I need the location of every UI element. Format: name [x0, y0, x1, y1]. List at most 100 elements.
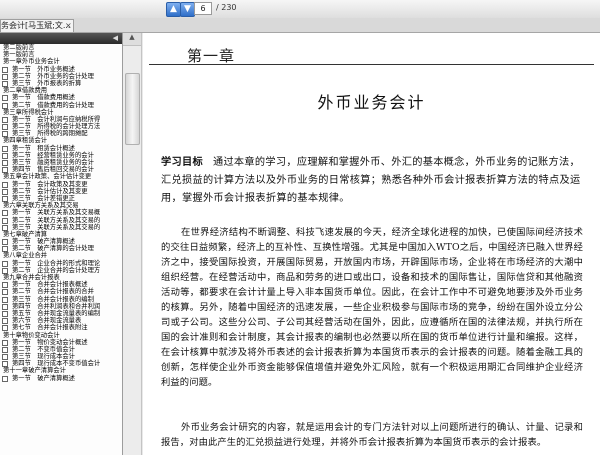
body-paragraph: 外币业务会计研究的内容，就是运用会计的专门方法针对以上问题所进行的确认、计量、记…: [161, 422, 583, 448]
bookmark-label: 第一节 会计利润与应纳税所得: [12, 115, 101, 123]
bookmark-checkbox-icon[interactable]: [2, 289, 8, 296]
bookmark-label: 第一节 物价变动会计概述: [12, 338, 88, 346]
bookmark-label: 第五章会计政策、会计估计变更: [3, 173, 92, 181]
arrow-down-icon[interactable]: ▼: [180, 2, 195, 17]
bookmark-checkbox-icon[interactable]: [2, 260, 8, 267]
bookmark-item[interactable]: 第五章会计政策、会计估计变更: [0, 173, 122, 180]
bookmark-item[interactable]: 第二节 经营租赁业务的会计: [0, 152, 122, 159]
bookmark-label: 第二节 会计估计及其变更: [12, 187, 88, 195]
scroll-up-icon[interactable]: ▲: [123, 33, 141, 46]
page-total: / 230: [216, 3, 237, 12]
bookmark-label: 第二节 经营租赁业务的会计: [12, 151, 94, 159]
bookmark-checkbox-icon[interactable]: [2, 145, 8, 152]
bookmark-item[interactable]: 第一节 物价变动会计概述: [0, 339, 122, 346]
bookmarks-list: 第二版前言 第一版前言 第一章外币业务会计 第一节 外币业务概述 第二节 外币业务的会计…: [0, 44, 122, 382]
chapter-divider: [149, 64, 594, 65]
bookmark-checkbox-icon[interactable]: [2, 160, 8, 166]
bookmark-label: 第一节 租赁会计概述: [12, 144, 75, 152]
bookmark-item[interactable]: 第一节 关联方关系及其交易概: [0, 209, 122, 217]
bookmark-label: 第一节 破产清算概述: [12, 374, 75, 382]
bookmark-checkbox-icon[interactable]: [2, 239, 8, 246]
bookmark-item[interactable]: 第二节 关联方关系及其交易的: [0, 217, 122, 224]
bookmark-label: 第七章破产清算: [3, 230, 48, 238]
bookmark-checkbox-icon[interactable]: [2, 282, 8, 289]
bookmark-item[interactable]: 第三节 关联方关系及其交易的: [0, 224, 122, 231]
document-page: 第一章 外币业务会计 学习目标 通过本章的学习，应理解和掌握外币、外汇的基本概念，…: [143, 33, 600, 455]
bookmark-checkbox-icon[interactable]: [2, 188, 8, 195]
bookmark-item[interactable]: 第四节 合并利润表和合并利润: [0, 303, 122, 310]
bookmark-label: 第三节 关联方关系及其交易的: [12, 223, 101, 231]
bookmark-label: 第四节 合并利润表和合并利润: [12, 302, 101, 310]
bookmark-checkbox-icon[interactable]: [2, 102, 8, 109]
bookmark-checkbox-icon[interactable]: [2, 267, 8, 274]
bookmark-checkbox-icon[interactable]: [2, 66, 8, 73]
bookmark-label: 第一节 会计政策及其变更: [12, 180, 88, 188]
bookmark-item[interactable]: 第十章物价变动会计: [0, 332, 122, 339]
tab-bar: 务会计[马玉斌;文... ×: [0, 18, 600, 33]
bookmark-label: 第一节 企业合并的形式和理论: [12, 259, 101, 267]
bookmark-label: 第二节 不变币值会计: [12, 345, 75, 353]
bookmark-label: 第二节 合并会计报表的合并: [12, 288, 94, 296]
vertical-scrollbar[interactable]: ▲: [123, 33, 142, 455]
bookmark-item[interactable]: 第二节 外币业务的会计处理: [0, 73, 122, 80]
bookmark-item[interactable]: 第二节 企业合并的会计处理方: [0, 267, 122, 274]
bookmark-label: 第二节 企业合并的会计处理方: [12, 266, 101, 274]
bookmark-checkbox-icon[interactable]: [2, 116, 8, 123]
bookmark-item[interactable]: 第七节 合并会计报表附注: [0, 324, 122, 332]
bookmark-item[interactable]: 第一节 租赁会计概述: [0, 145, 122, 152]
collapse-arrow-icon[interactable]: ◀: [113, 33, 118, 44]
bookmark-item[interactable]: 第三章所得税会计: [0, 109, 122, 116]
bookmark-checkbox-icon[interactable]: [2, 217, 8, 224]
bookmark-item[interactable]: 第一节 企业合并的形式和理论: [0, 260, 122, 267]
bookmark-item[interactable]: 第三节 合并会计报表的编制: [0, 296, 122, 303]
bookmark-item[interactable]: 第二节 借款费用的会计处理: [0, 102, 122, 109]
scroll-thumb[interactable]: [125, 73, 140, 145]
bookmark-checkbox-icon[interactable]: [2, 73, 8, 80]
bookmark-item[interactable]: 第一节 破产清算概述: [0, 375, 122, 382]
close-icon[interactable]: ×: [65, 20, 72, 32]
bookmark-checkbox-icon[interactable]: [2, 339, 8, 346]
objectives-label: 学习目标: [161, 156, 203, 168]
bookmark-checkbox-icon[interactable]: [2, 95, 8, 102]
arrow-up-icon[interactable]: ▲: [166, 2, 181, 17]
bookmark-item[interactable]: 第八章企业合并: [0, 252, 122, 259]
bookmark-checkbox-icon[interactable]: [2, 346, 8, 353]
bookmark-item[interactable]: 第一节 会计政策及其变更: [0, 181, 122, 188]
bookmark-label: 第一节 关联方关系及其交易概: [12, 209, 101, 217]
bookmark-checkbox-icon[interactable]: [2, 303, 8, 310]
bookmark-label: 第十章物价变动会计: [3, 331, 60, 339]
bookmark-checkbox-icon[interactable]: [2, 224, 8, 231]
bookmark-item[interactable]: 第七章破产清算: [0, 231, 122, 238]
bookmark-checkbox-icon[interactable]: [2, 181, 8, 188]
bookmark-item[interactable]: 第二节 会计估计及其变更: [0, 188, 122, 195]
bookmark-checkbox-icon[interactable]: [2, 296, 8, 303]
bookmark-item[interactable]: 第一节 会计利润与应纳税所得: [0, 116, 122, 123]
bookmark-label: 第二节 借款费用的会计处理: [12, 101, 94, 109]
page-number-input[interactable]: 6: [194, 2, 212, 15]
bookmark-label: 第二节 外币业务的会计处理: [12, 72, 94, 80]
tab-document[interactable]: 务会计[马玉斌;文... ×: [0, 19, 74, 32]
bookmark-label: 第八章企业合并: [3, 252, 48, 260]
bookmark-checkbox-icon[interactable]: [2, 375, 8, 382]
bookmark-label: 第三节 合并会计报表的编制: [12, 295, 94, 303]
bookmark-item[interactable]: 第十一章破产清算会计: [0, 367, 122, 374]
bookmark-item[interactable]: 第二节 不变币值会计: [0, 346, 122, 353]
bookmark-checkbox-icon[interactable]: [2, 354, 8, 361]
bookmark-label: 第四章租赁会计: [3, 137, 48, 145]
bookmark-checkbox-icon[interactable]: [2, 124, 8, 131]
bookmark-label: 第二节 关联方关系及其交易的: [12, 216, 101, 224]
bookmark-item[interactable]: 第一节 外币业务概述: [0, 66, 122, 73]
bookmark-label: 第一节 借款费用概述: [12, 94, 75, 102]
bookmark-checkbox-icon[interactable]: [2, 325, 8, 332]
chapter-title: 第一章: [187, 47, 236, 65]
bookmark-item[interactable]: 第二节 合并会计报表的合并: [0, 288, 122, 296]
bookmark-checkbox-icon[interactable]: [2, 210, 8, 217]
bookmark-checkbox-icon[interactable]: [2, 310, 8, 317]
bookmark-checkbox-icon[interactable]: [2, 318, 8, 325]
bookmark-item[interactable]: 第四章租赁会计: [0, 137, 122, 144]
bookmark-label: 第一章外币业务会计: [3, 58, 60, 66]
bookmark-item[interactable]: 第一章外币业务会计: [0, 58, 122, 65]
bookmark-label: 第七节 合并会计报表附注: [12, 324, 88, 332]
bookmark-checkbox-icon[interactable]: [2, 152, 8, 159]
bookmark-item[interactable]: 第一节 借款费用概述: [0, 94, 122, 102]
